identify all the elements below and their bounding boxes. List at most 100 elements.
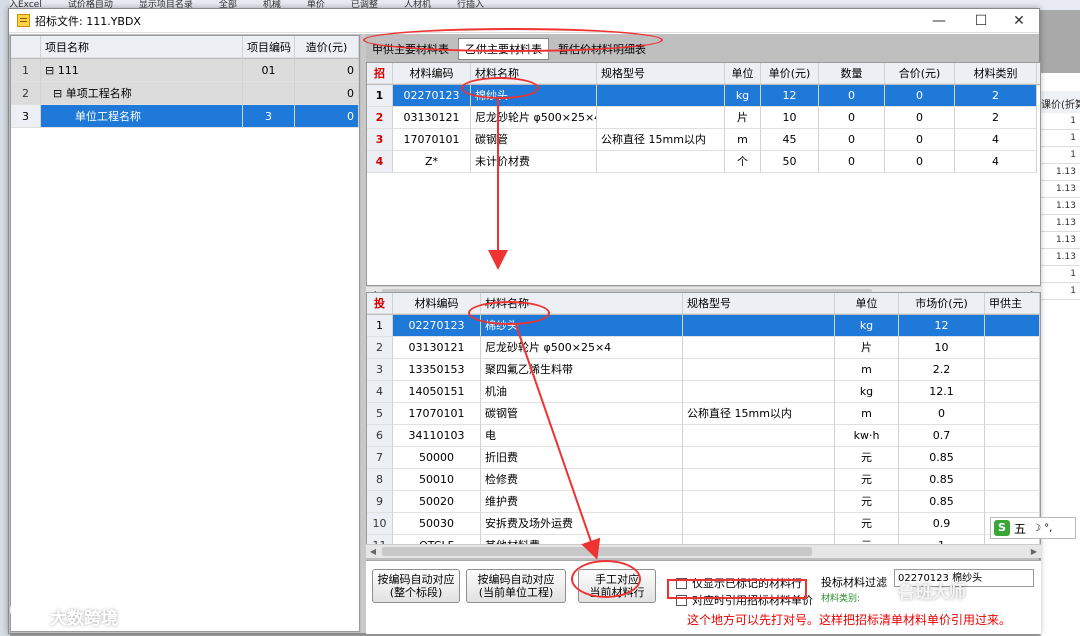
cell-name: 尼龙砂轮片 φ500×25×4 bbox=[471, 107, 597, 129]
background-right-cell: 1.13 bbox=[1041, 198, 1080, 215]
bid-material-row[interactable]: 4 14050151 机油 kg 12.1 bbox=[367, 381, 1040, 403]
background-right-cell: 1.13 bbox=[1041, 215, 1080, 232]
minimize-button[interactable]: — bbox=[919, 9, 959, 33]
bid-material-row[interactable]: 5 17070101 碳钢管 公称直径 15mm以内 m 0 bbox=[367, 403, 1040, 425]
column-header: 材料编码 bbox=[393, 63, 471, 84]
row-number: 1 bbox=[367, 85, 393, 107]
cell-spec bbox=[683, 425, 835, 447]
bid-material-row[interactable]: 7 50000 折旧费 元 0.85 bbox=[367, 447, 1040, 469]
project-row[interactable]: 2 ⊟ 单项工程名称 0 bbox=[11, 82, 359, 105]
auto-match-unit-button[interactable]: 按编码自动对应 (当前单位工程) bbox=[466, 569, 566, 603]
cell-spec bbox=[597, 151, 725, 173]
background-right-cell: 1 bbox=[1041, 130, 1080, 147]
column-header: 数量 bbox=[819, 63, 885, 84]
project-code bbox=[243, 82, 295, 105]
moon-icon[interactable]: ☽ °, bbox=[1032, 523, 1052, 534]
filter-sub-label: 材料类别: bbox=[821, 594, 861, 604]
bid-material-row[interactable]: 8 50010 检修费 元 0.85 bbox=[367, 469, 1040, 491]
row-number: 8 bbox=[367, 469, 393, 491]
cell-name: 维护费 bbox=[481, 491, 683, 513]
cell-name: 检修费 bbox=[481, 469, 683, 491]
project-code: 01 bbox=[243, 59, 295, 82]
tender-corner-label: 招 bbox=[367, 63, 393, 84]
cell-jia-supply bbox=[985, 491, 1040, 513]
ime-toolbar[interactable]: S 五 ☽ °, bbox=[990, 517, 1076, 539]
cell-spec bbox=[683, 315, 835, 337]
auto-match-all-button[interactable]: 按编码自动对应 (整个标段) bbox=[372, 569, 460, 603]
cell-code: 02270123 bbox=[393, 85, 471, 107]
project-tree-grid: 项目名称 项目编码 造价(元) 1 ⊟ 111 01 0 2 ⊟ 单项工程名称 … bbox=[10, 35, 360, 632]
bid-material-row[interactable]: 10 50030 安拆费及场外运费 元 0.9 bbox=[367, 513, 1040, 535]
project-row[interactable]: 1 ⊟ 111 01 0 bbox=[11, 59, 359, 82]
project-cost: 0 bbox=[295, 105, 359, 128]
cell-spec bbox=[683, 337, 835, 359]
cell-spec bbox=[683, 513, 835, 535]
scroll-thumb[interactable] bbox=[382, 547, 812, 556]
tender-material-row[interactable]: 2 03130121 尼龙砂轮片 φ500×25×4 片 10 0 0 2 bbox=[367, 107, 1040, 129]
cell-qty: 0 bbox=[819, 85, 885, 107]
scroll-left-icon[interactable]: ◀ bbox=[366, 545, 380, 558]
bid-material-row[interactable]: 3 13350153 聚四氟乙烯生料带 m 2.2 bbox=[367, 359, 1040, 381]
bid-grid-body: 1 02270123 棉纱头 kg 12 2 03130121 尼龙砂轮片 φ500×25×4… bbox=[367, 315, 1040, 557]
project-name: ⊟ 单项工程名称 bbox=[41, 82, 243, 105]
cell-jia-supply bbox=[985, 403, 1040, 425]
column-header: 项目名称 bbox=[41, 36, 243, 58]
cell-spec bbox=[683, 447, 835, 469]
cell-cat: 4 bbox=[955, 151, 1037, 173]
background-right-cell: 1 bbox=[1041, 113, 1080, 130]
column-header: 单位 bbox=[725, 63, 761, 84]
row-number: 2 bbox=[367, 107, 393, 129]
ime-mode[interactable]: 五 bbox=[1014, 520, 1026, 537]
cell-price: 50 bbox=[761, 151, 819, 173]
annotation-ellipse bbox=[461, 77, 539, 99]
bid-material-row[interactable]: 6 34110103 电 kw·h 0.7 bbox=[367, 425, 1040, 447]
background-right-cell: 1.13 bbox=[1041, 232, 1080, 249]
maximize-button[interactable]: ☐ bbox=[961, 9, 1001, 33]
cell-jia-supply bbox=[985, 315, 1040, 337]
tender-material-row[interactable]: 4 Z* 未计价材费个 50 0 0 4 bbox=[367, 151, 1040, 173]
project-name: ⊟ 111 bbox=[41, 59, 243, 82]
bid-material-row[interactable]: 2 03130121 尼龙砂轮片 φ500×25×4 片 10 bbox=[367, 337, 1040, 359]
cell-unit: m bbox=[725, 129, 761, 151]
cell-code: 50000 bbox=[393, 447, 481, 469]
row-number-header bbox=[11, 36, 41, 58]
cell-name: 聚四氟乙烯生料带 bbox=[481, 359, 683, 381]
bid-hscroll[interactable]: ◀ ▶ bbox=[366, 544, 1041, 558]
bid-material-row[interactable]: 9 50020 维护费 元 0.85 bbox=[367, 491, 1040, 513]
cell-name: 未计价材费 bbox=[471, 151, 597, 173]
cell-code: 50030 bbox=[393, 513, 481, 535]
button-line: (当前单位工程) bbox=[478, 586, 554, 599]
cell-price: 0.85 bbox=[899, 447, 985, 469]
row-number: 5 bbox=[367, 403, 393, 425]
window-title: 招标文件: 111.YBDX bbox=[35, 14, 141, 28]
cell-unit: kg bbox=[725, 85, 761, 107]
cell-unit: kg bbox=[835, 381, 899, 403]
cell-jia-supply bbox=[985, 381, 1040, 403]
button-line: 按编码自动对应 bbox=[477, 573, 555, 586]
row-number: 2 bbox=[367, 337, 393, 359]
cell-total: 0 bbox=[885, 107, 955, 129]
tender-material-row[interactable]: 3 17070101 碳钢管 公称直径 15mm以内 m 45 0 0 4 bbox=[367, 129, 1040, 151]
column-header: 合价(元) bbox=[885, 63, 955, 84]
close-button[interactable]: ✕ bbox=[999, 9, 1039, 33]
cell-jia-supply bbox=[985, 447, 1040, 469]
annotation-note: 这个地方可以先打对号。这样把招标清单材料单价引用过来。 bbox=[687, 613, 1012, 627]
cell-name: 碳钢管 bbox=[481, 403, 683, 425]
annotation-ellipse bbox=[468, 301, 550, 325]
column-header: 单价(元) bbox=[761, 63, 819, 84]
background-right-header: 课价(折算 bbox=[1041, 91, 1080, 113]
cell-qty: 0 bbox=[819, 151, 885, 173]
column-header: 项目编码 bbox=[243, 36, 295, 58]
cell-price: 12 bbox=[761, 85, 819, 107]
app-icon bbox=[17, 14, 30, 27]
row-number: 1 bbox=[367, 315, 393, 337]
tender-grid-body: 1 02270123 棉纱头 kg 12 0 0 2 2 03130121 尼龙砂轮片 φ500×2… bbox=[367, 85, 1040, 173]
cell-price: 0.7 bbox=[899, 425, 985, 447]
cell-name: 电 bbox=[481, 425, 683, 447]
cell-code: 50010 bbox=[393, 469, 481, 491]
project-row[interactable]: 3 单位工程名称 3 0 bbox=[11, 105, 359, 128]
column-header: 甲供主 bbox=[985, 293, 1040, 314]
scroll-right-icon[interactable]: ▶ bbox=[1027, 545, 1041, 558]
bid-material-row[interactable]: 1 02270123 棉纱头 kg 12 bbox=[367, 315, 1040, 337]
cell-code: 03130121 bbox=[393, 107, 471, 129]
